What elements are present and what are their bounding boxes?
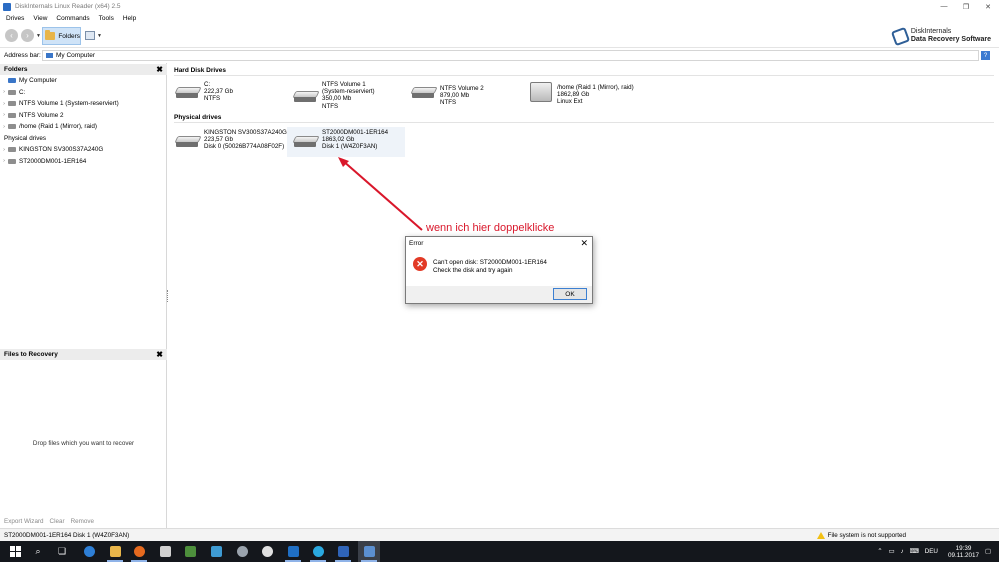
annotation-text: wenn ich hier doppelklicke bbox=[426, 222, 555, 234]
network-icon[interactable]: ▭ bbox=[888, 548, 894, 555]
edge-icon[interactable] bbox=[78, 541, 100, 562]
dialog-message-line1: Can't open disk: ST2000DM001-1ER164 bbox=[433, 259, 547, 266]
clock[interactable]: 19:39 09.11.2017 bbox=[948, 545, 979, 559]
status-bar: ST2000DM001-1ER164 Disk 1 (W4Z0F3AN) Fil… bbox=[0, 528, 999, 541]
firefox-icon[interactable] bbox=[128, 541, 150, 562]
calculator-icon[interactable] bbox=[154, 541, 176, 562]
chevron-up-icon[interactable]: ⌃ bbox=[877, 548, 882, 555]
app-icon[interactable] bbox=[179, 541, 201, 562]
windows-start-icon[interactable] bbox=[4, 541, 26, 562]
file-explorer-icon[interactable] bbox=[104, 541, 126, 562]
ok-button[interactable]: OK bbox=[553, 288, 587, 300]
app-icon[interactable] bbox=[256, 541, 278, 562]
search-icon[interactable]: ⌕ bbox=[27, 541, 49, 562]
system-tray: ⌃ ▭ ♪ ⌨ DEU 19:39 09.11.2017 ▢ bbox=[871, 541, 991, 562]
outlook-icon[interactable] bbox=[282, 541, 304, 562]
error-dialog: Error ✕ ✕ Can't open disk: ST2000DM001-1… bbox=[405, 236, 593, 304]
language-indicator[interactable]: DEU bbox=[925, 548, 938, 555]
volume-icon[interactable]: ♪ bbox=[900, 548, 903, 555]
dialog-title: Error bbox=[409, 240, 424, 247]
clock-time: 19:39 bbox=[955, 544, 972, 552]
status-left-text: ST2000DM001-1ER164 Disk 1 (W4Z0F3AN) bbox=[4, 531, 130, 539]
notifications-icon[interactable]: ▢ bbox=[985, 548, 991, 555]
error-x-icon: ✕ bbox=[413, 257, 427, 271]
dialog-message-line2: Check the disk and try again bbox=[433, 266, 513, 274]
dialog-close-icon[interactable]: ✕ bbox=[580, 238, 588, 249]
keyboard-icon[interactable]: ⌨ bbox=[910, 548, 919, 555]
app-icon[interactable] bbox=[205, 541, 227, 562]
taskbar: ⌕ ❏ ⌃ ▭ ♪ ⌨ DEU 19:39 09.11.2017 ▢ bbox=[0, 541, 999, 562]
clock-date: 09.11.2017 bbox=[947, 551, 980, 559]
task-view-icon[interactable]: ❏ bbox=[51, 541, 73, 562]
app-icon[interactable] bbox=[307, 541, 329, 562]
status-right-text: File system is not supported bbox=[827, 531, 906, 539]
linux-reader-icon[interactable] bbox=[358, 541, 380, 562]
app-icon[interactable] bbox=[231, 541, 253, 562]
warning-icon bbox=[816, 531, 825, 539]
dialog-footer: OK bbox=[406, 286, 592, 303]
app-icon[interactable] bbox=[332, 541, 354, 562]
